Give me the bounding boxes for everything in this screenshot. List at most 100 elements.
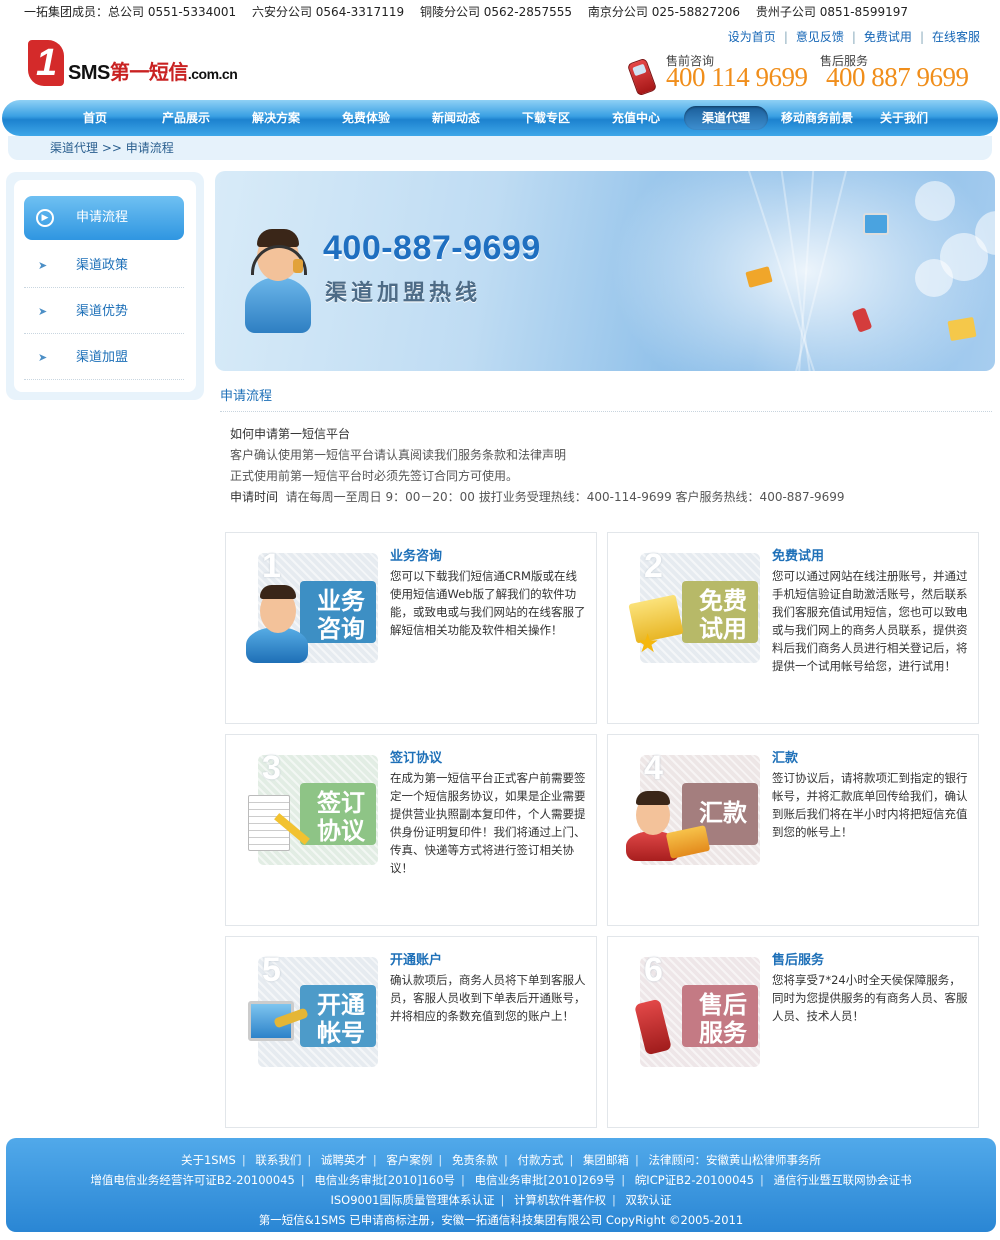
sidebar-item-label: 渠道政策: [76, 258, 129, 273]
sidebar: ▶ 申请流程 ➤ 渠道政策 ➤ 渠道优势 ➤ 渠道加盟: [6, 172, 204, 400]
presale-hotline: 售前咨询 400 114 9699: [626, 52, 818, 98]
step-card-consult: 1 业务咨询 业务咨询 您可以下载我们短信通CRM版或在线使用短信通Web版了解…: [225, 532, 597, 724]
arrow-icon: ➤: [38, 351, 48, 364]
nav-solutions[interactable]: 解决方案: [240, 100, 312, 136]
step-tile: 5 开通帐号: [248, 951, 378, 1067]
footer-license[interactable]: 增值电信业务经营许可证B2-20100045: [90, 1173, 294, 1187]
footer-link-disclaimer[interactable]: 免责条款: [452, 1153, 498, 1167]
apply-time-label: 申请时间: [230, 490, 279, 504]
site-logo[interactable]: 1 SMS第一短信.com.cn: [28, 36, 238, 90]
apply-time: 申请时间 请在每周一至周日 9：00－20：00 拔打业务受理热线：400-11…: [230, 487, 990, 508]
step-title: 免费试用: [772, 549, 825, 564]
footer-links-row: 关于1SMS | 联系我们 | 诚聘英才 | 客户案例 | 免责条款 | 付款方式 | 集团…: [180, 1153, 822, 1167]
nav-news[interactable]: 新闻动态: [420, 100, 492, 136]
step-card-open-account: 5 开通帐号 开通账户 确认款项后，商务人员将下单到客服人员，客服人员收到下单表…: [225, 936, 597, 1128]
member-hq: 一拓集团成员：总公司 0551-5334001: [24, 5, 237, 19]
sidebar-item-label: 申请流程: [76, 210, 129, 225]
consultant-icon: [246, 583, 316, 663]
logo-mark: 1: [28, 40, 64, 86]
nav-channel-agent[interactable]: 渠道代理: [684, 106, 768, 130]
sidebar-item-apply-process[interactable]: ▶ 申请流程: [24, 196, 184, 240]
step-title: 汇款: [772, 751, 799, 766]
footer-license[interactable]: 电信业务审批[2010]269号: [475, 1173, 616, 1187]
footer-cert[interactable]: ISO9001国际质量管理体系认证: [330, 1193, 494, 1207]
step-text: 您将享受7*24小时全天侯保障服务，同时为您提供服务的有商务人员、客服人员、技术…: [772, 973, 968, 1023]
step-tile: 3 签订协议: [248, 749, 378, 865]
step-card-after-sales: 6 售后服务 售后服务 您将享受7*24小时全天侯保障服务，同时为您提供服务的有…: [607, 936, 979, 1128]
nav-recharge[interactable]: 充值中心: [600, 100, 672, 136]
nav-mobile-business[interactable]: 移动商务前景: [774, 100, 860, 136]
step-text: 确认款项后，商务人员将下单到客服人员，客服人员收到下单表后开通账号，并将相应的条…: [390, 973, 586, 1023]
apply-intro: 如何申请第一短信平台 客户确认使用第一短信平台请认真阅读我们服务条款和法律声明 …: [230, 424, 990, 508]
footer-link-mail[interactable]: 集团邮箱: [583, 1153, 629, 1167]
step-title: 业务咨询: [390, 549, 443, 564]
step-text: 您可以通过网站在线注册账号，并通过手机短信验证自助激活账号，然后联系我们客服充值…: [772, 569, 968, 673]
site-header: 1 SMS第一短信.com.cn 设为首页 | 意见反馈 | 免费试用 | 在线客服 售前咨…: [0, 26, 1000, 98]
feedback-link[interactable]: 意见反馈: [796, 30, 844, 44]
footer-link-contact[interactable]: 联系我们: [255, 1153, 301, 1167]
arrow-icon: ➤: [38, 305, 48, 318]
footer-link-legal[interactable]: 法律顾问：安徽黄山松律师事务所: [649, 1153, 822, 1167]
banner-hotline-number: 400-887-9699: [323, 229, 541, 267]
footer-cert[interactable]: 双软认证: [626, 1193, 672, 1207]
phone-icon: [626, 57, 658, 97]
channel-hotline-banner: 400-887-9699 渠道加盟热线: [215, 171, 995, 371]
footer-license[interactable]: 皖ICP证B2-20100045: [635, 1173, 754, 1187]
apply-time-text: 请在每周一至周日 9：00－20：00 拔打业务受理热线：400-114-969…: [285, 490, 845, 504]
nav-products[interactable]: 产品展示: [148, 100, 224, 136]
main-nav: 首页 产品展示 解决方案 免费体验 新闻动态 下载专区 充值中心 渠道代理 移动…: [2, 100, 998, 136]
cellphone-icon: [634, 998, 672, 1056]
presale-number: 400 114 9699: [666, 62, 808, 92]
intro-line: 正式使用前第一短信平台时必须先签订合同方可使用。: [230, 469, 519, 483]
step-title: 开通账户: [390, 953, 443, 968]
footer-license[interactable]: 通信行业暨互联网协会证书: [774, 1173, 912, 1187]
nav-home[interactable]: 首页: [60, 100, 130, 136]
step-title: 签订协议: [390, 751, 443, 766]
footer-link-about[interactable]: 关于1SMS: [181, 1153, 236, 1167]
arrow-icon: ➤: [38, 259, 48, 272]
nav-about[interactable]: 关于我们: [868, 100, 940, 136]
sidebar-item-advantage[interactable]: ➤ 渠道优势: [24, 290, 184, 334]
sidebar-item-join[interactable]: ➤ 渠道加盟: [24, 336, 184, 380]
banner-subtitle: 渠道加盟热线: [325, 281, 482, 306]
breadcrumb-parent[interactable]: 渠道代理: [50, 141, 98, 155]
nav-downloads[interactable]: 下载专区: [510, 100, 582, 136]
step-tile: 4 汇款: [626, 749, 760, 865]
step-card-remittance: 4 汇款 汇款 签订协议后，请将款项汇到指定的银行帐号，并将汇款底单回传给我们，…: [607, 734, 979, 926]
site-footer: 关于1SMS | 联系我们 | 诚聘英才 | 客户案例 | 免责条款 | 付款方式 | 集团…: [6, 1138, 996, 1232]
member-guizhou: 贵州子公司 0851-8599197: [755, 5, 909, 19]
section-title: 申请流程: [220, 388, 992, 412]
footer-cert[interactable]: 计算机软件著作权: [514, 1193, 606, 1207]
group-members-bar: 一拓集团成员：总公司 0551-5334001 六安分公司 0564-33171…: [0, 0, 1000, 24]
footer-license-row: 增值电信业务经营许可证B2-20100045 | 电信业务审批[2010]160号…: [90, 1173, 912, 1187]
step-tile: 6 售后服务: [634, 951, 760, 1067]
star-icon: ★: [636, 629, 660, 659]
sidebar-item-label: 渠道优势: [76, 304, 129, 319]
breadcrumb-sep: >>: [101, 141, 122, 155]
nav-free-experience[interactable]: 免费体验: [330, 100, 402, 136]
member-tongling: 铜陵分公司 0562-2857555: [419, 5, 573, 19]
step-text: 在成为第一短信平台正式客户前需要签定一个短信服务协议，如果是企业需要提供营业执照…: [390, 771, 586, 875]
footer-link-payment[interactable]: 付款方式: [517, 1153, 563, 1167]
breadcrumb: 渠道代理 >> 申请流程: [8, 136, 992, 160]
free-trial-link[interactable]: 免费试用: [864, 30, 912, 44]
step-title: 售后服务: [772, 953, 825, 968]
step-tile: 1 业务咨询: [246, 547, 378, 663]
set-homepage-link[interactable]: 设为首页: [728, 30, 776, 44]
footer-cert-row: ISO9001国际质量管理体系认证 | 计算机软件著作权 | 双软认证: [330, 1193, 672, 1207]
footer-link-jobs[interactable]: 诚聘英才: [321, 1153, 367, 1167]
sidebar-item-policy[interactable]: ➤ 渠道政策: [24, 244, 184, 288]
aftersale-number: 400 887 9699: [826, 62, 969, 92]
step-card-free-trial: 2 免费试用 ★ 免费试用 您可以通过网站在线注册账号，并通过手机短信验证自助激…: [607, 532, 979, 724]
logo-text: SMS第一短信.com.cn: [68, 62, 238, 84]
sidebar-item-label: 渠道加盟: [76, 350, 129, 365]
footer-link-cases[interactable]: 客户案例: [386, 1153, 432, 1167]
arrow-circle-icon: ▶: [36, 209, 54, 227]
footer-copyright: 第一短信&1SMS 已申请商标注册，安徽一拓通信科技集团有限公司 CopyRig…: [258, 1213, 744, 1227]
online-service-link[interactable]: 在线客服: [932, 30, 980, 44]
intro-line: 客户确认使用第一短信平台请认真阅读我们服务条款和法律声明: [230, 448, 567, 462]
footer-license[interactable]: 电信业务审批[2010]160号: [314, 1173, 455, 1187]
step-card-sign-agreement: 3 签订协议 签订协议 在成为第一短信平台正式客户前需要签定一个短信服务协议，如…: [225, 734, 597, 926]
step-text: 签订协议后，请将款项汇到指定的银行帐号，并将汇款底单回传给我们，确认到账后我们将…: [772, 771, 968, 839]
monitor-icon: [863, 213, 889, 235]
